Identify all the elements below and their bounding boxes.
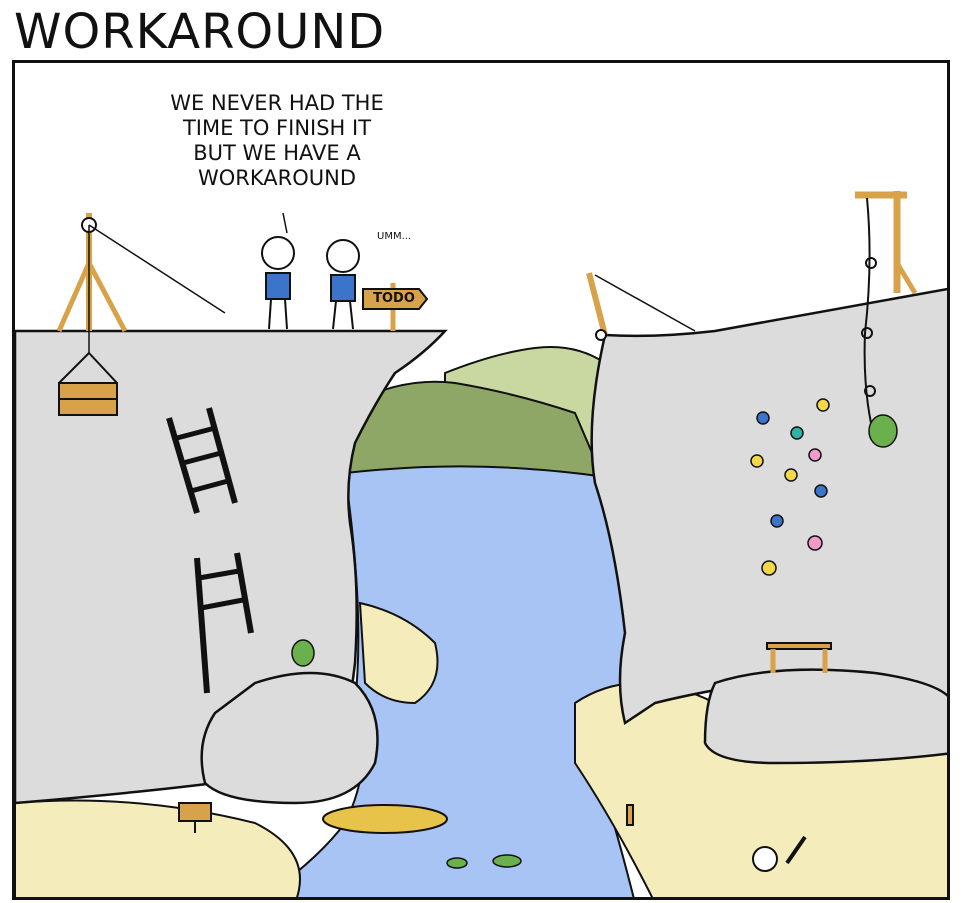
speech-bubble: WE NEVER HAD THE TIME TO FINISH IT BUT W… xyxy=(170,91,384,190)
boulder-right xyxy=(703,668,947,765)
todo-sign-label: TODO xyxy=(373,291,415,306)
creature-left xyxy=(291,639,315,667)
crane-right-icon xyxy=(586,272,696,341)
stake-icon xyxy=(626,804,634,826)
reply-text: UMM... xyxy=(377,231,412,242)
boat-icon xyxy=(322,804,448,834)
creature-climber xyxy=(868,414,898,448)
sand-left xyxy=(15,799,301,897)
comic-panel: WE NEVER HAD THE TIME TO FINISH IT BUT W… xyxy=(12,60,950,900)
comic-title: WORKAROUND xyxy=(14,4,386,60)
person-speaker xyxy=(261,236,295,330)
person-listener xyxy=(326,239,360,330)
gallows-icon xyxy=(855,191,918,295)
